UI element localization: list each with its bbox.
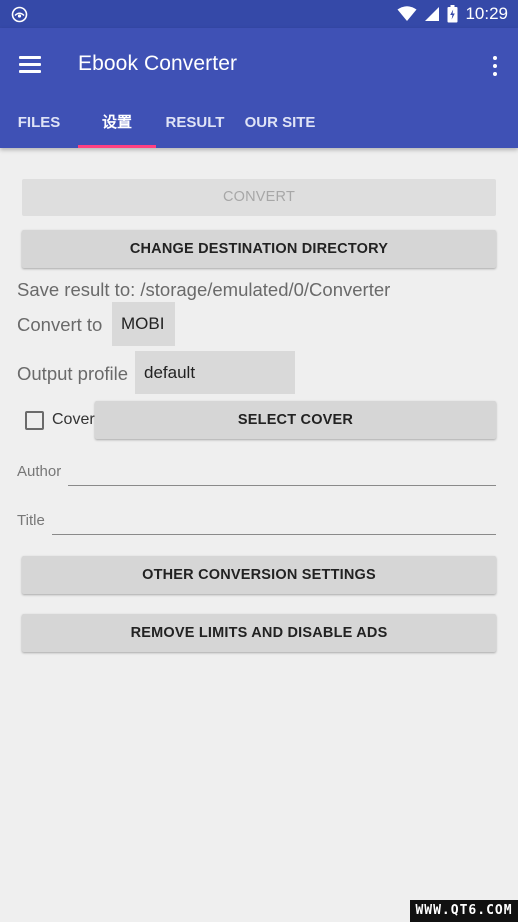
author-input[interactable] xyxy=(68,485,496,486)
tab-bar: FILES 设置 RESULT OUR SITE xyxy=(0,98,518,148)
tab-indicator xyxy=(78,145,156,148)
tab-files[interactable]: FILES xyxy=(0,98,78,148)
wifi-icon xyxy=(397,6,417,21)
battery-icon xyxy=(447,5,458,23)
tab-label: OUR SITE xyxy=(244,114,316,131)
system-icons: 10:29 xyxy=(397,4,508,24)
tab-our-site[interactable]: OUR SITE xyxy=(234,98,326,148)
convert-button[interactable]: CONVERT xyxy=(22,179,496,216)
tab-label: RESULT xyxy=(165,114,225,131)
more-vert-icon[interactable] xyxy=(492,56,498,76)
convert-to-label: Convert to xyxy=(17,314,103,335)
cell-signal-icon xyxy=(425,7,440,21)
clock-time: 10:29 xyxy=(465,4,508,23)
save-result-path: Save result to: /storage/emulated/0/Conv… xyxy=(17,279,391,300)
author-label: Author xyxy=(17,463,62,480)
select-cover-button[interactable]: SELECT COVER xyxy=(95,401,496,439)
tab-label: FILES xyxy=(17,114,61,131)
tab-settings[interactable]: 设置 xyxy=(78,98,156,148)
remove-limits-button[interactable]: REMOVE LIMITS AND DISABLE ADS xyxy=(22,614,496,652)
cover-checkbox-label: Cover xyxy=(52,411,95,428)
tab-result[interactable]: RESULT xyxy=(156,98,234,148)
notification-app-icon xyxy=(11,6,28,23)
convert-to-select[interactable]: MOBI xyxy=(112,302,175,346)
title-input[interactable] xyxy=(52,534,496,535)
title-label: Title xyxy=(17,512,45,529)
other-conversion-settings-button[interactable]: OTHER CONVERSION SETTINGS xyxy=(22,556,496,594)
status-bar: 10:29 xyxy=(0,0,518,28)
change-destination-directory-button[interactable]: CHANGE DESTINATION DIRECTORY xyxy=(22,230,496,268)
output-profile-select[interactable]: default xyxy=(135,351,295,394)
app-bar: Ebook Converter FILES 设置 RESULT OUR SITE xyxy=(0,28,518,148)
cover-checkbox[interactable] xyxy=(25,411,44,430)
output-profile-label: Output profile xyxy=(17,363,129,384)
watermark: WWW.QT6.COM xyxy=(410,900,518,922)
hamburger-menu-icon[interactable] xyxy=(19,56,41,76)
app-title: Ebook Converter xyxy=(78,52,238,75)
tab-label: 设置 xyxy=(101,114,132,131)
